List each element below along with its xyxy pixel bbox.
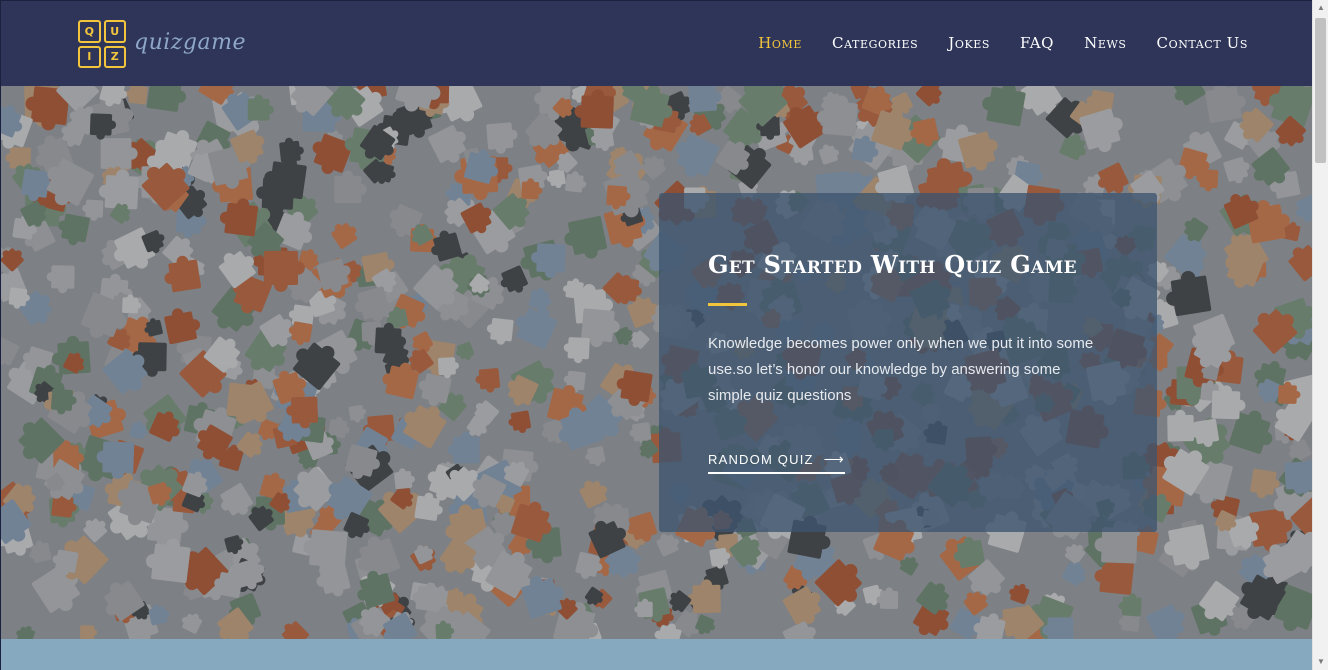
next-section-strip xyxy=(1,639,1312,670)
logo-letter: Z xyxy=(103,45,126,68)
logo-mark: Q U I Z xyxy=(78,20,126,68)
nav-item-news[interactable]: News xyxy=(1084,34,1126,52)
logo-letter: I xyxy=(78,45,101,68)
logo-wordmark: quizgame xyxy=(134,29,246,55)
logo-letter: Q xyxy=(78,20,101,43)
hero-card: Get Started With Quiz Game Knowledge bec… xyxy=(659,193,1157,532)
random-quiz-label: RANDOM QUIZ xyxy=(708,452,814,467)
nav-item-home[interactable]: Home xyxy=(758,34,802,52)
hero-section: Get Started With Quiz Game Knowledge bec… xyxy=(1,86,1312,639)
scroll-thumb[interactable] xyxy=(1315,18,1326,163)
page-scrollbar[interactable]: ▲ ▼ xyxy=(1312,0,1328,670)
logo-letter: U xyxy=(103,20,126,43)
nav-item-categories[interactable]: Categories xyxy=(832,34,918,52)
title-divider xyxy=(708,303,747,306)
page: Q U I Z quizgame Home Categories Jokes F… xyxy=(0,0,1312,670)
nav-item-faq[interactable]: FAQ xyxy=(1020,34,1054,52)
arrow-right-icon: ⟶ xyxy=(823,451,845,467)
main-nav: Home Categories Jokes FAQ News Contact U… xyxy=(758,34,1248,52)
hero-description: Knowledge becomes power only when we put… xyxy=(708,335,1094,404)
scroll-down-icon[interactable]: ▼ xyxy=(1313,654,1328,670)
nav-item-contact-us[interactable]: Contact Us xyxy=(1157,34,1249,52)
nav-item-jokes[interactable]: Jokes xyxy=(948,34,990,52)
hero-title: Get Started With Quiz Game xyxy=(708,250,1077,279)
site-logo[interactable]: Q U I Z quizgame xyxy=(78,20,246,68)
site-header: Q U I Z quizgame Home Categories Jokes F… xyxy=(1,0,1312,86)
scroll-up-icon[interactable]: ▲ xyxy=(1313,0,1328,16)
random-quiz-link[interactable]: RANDOM QUIZ ⟶ xyxy=(708,451,845,474)
